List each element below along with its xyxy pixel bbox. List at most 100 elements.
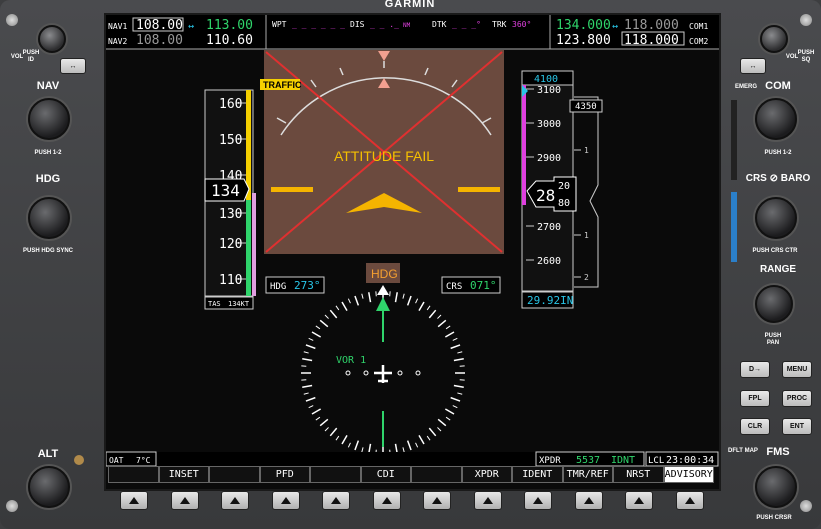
compass-tick xyxy=(445,325,451,330)
hdg-knob[interactable] xyxy=(28,197,70,239)
compass-tick xyxy=(347,298,351,304)
compass-tick xyxy=(437,427,442,432)
airspeed-tick-label: 110 xyxy=(219,273,242,288)
compass-tick xyxy=(354,295,360,306)
dis-unit: NM xyxy=(403,22,411,29)
oat-label: OAT xyxy=(109,456,124,465)
softkey-button[interactable] xyxy=(322,491,350,510)
compass-tick xyxy=(311,331,322,338)
screw-icon xyxy=(6,14,18,26)
compass-tick xyxy=(450,344,461,350)
nav1-standby-freq: 113.00 xyxy=(206,18,253,33)
alt-knob[interactable] xyxy=(28,466,70,508)
direct-to-button[interactable]: D → xyxy=(740,361,770,378)
fms-knob[interactable] xyxy=(755,466,797,508)
softkey-label: PFD xyxy=(259,466,310,483)
softkey-label: XPDR xyxy=(461,466,512,483)
wpt-value: _ _ _ _ _ _ xyxy=(292,20,345,29)
softkey-button[interactable] xyxy=(120,491,148,510)
compass-tick xyxy=(406,440,412,451)
triangle-up-icon xyxy=(684,497,695,504)
airspeed-current: 134 xyxy=(211,181,240,200)
compass-tick xyxy=(428,427,437,437)
softkey-button[interactable] xyxy=(170,491,199,510)
compass-tick xyxy=(368,292,372,303)
compass-tick xyxy=(453,384,464,388)
compass-tick xyxy=(315,325,321,330)
nav2-label: NAV2 xyxy=(108,37,127,46)
compass-tick xyxy=(402,447,405,453)
compass-tick xyxy=(402,293,405,299)
dflt-map-label: DFLT MAP xyxy=(728,448,758,454)
altitude-roll-top: 20 xyxy=(558,181,570,192)
compass-tick xyxy=(335,435,340,441)
push-id-label: PUSH ID xyxy=(22,50,40,63)
dtk-label: DTK xyxy=(432,20,447,29)
softkey-button[interactable] xyxy=(423,491,451,510)
fms-label: FMS xyxy=(766,446,790,458)
nav-knob[interactable] xyxy=(28,98,70,140)
compass-tick xyxy=(437,314,442,319)
compass-tick xyxy=(302,384,313,388)
menu-button[interactable]: MENU xyxy=(782,361,812,378)
com-volume-knob[interactable] xyxy=(760,25,788,53)
brand-logo: GARMIN xyxy=(384,0,436,10)
softkey-label xyxy=(310,466,361,483)
com2-label: COM2 xyxy=(689,37,708,46)
com-knob[interactable] xyxy=(755,98,797,140)
screw-icon xyxy=(800,500,812,512)
com1-swap-arrow-icon: ↔ xyxy=(612,21,618,32)
compass-tick xyxy=(450,396,461,402)
clr-button[interactable]: CLR xyxy=(740,418,770,435)
softkey-button[interactable] xyxy=(372,491,401,510)
trk-label: TRK xyxy=(492,20,507,29)
vsi-tick-label: 1 xyxy=(584,231,589,240)
nav-label: NAV xyxy=(36,80,60,92)
softkey-button[interactable] xyxy=(574,491,603,510)
com2-standby-freq: 118.000 xyxy=(624,33,679,48)
softkey-button[interactable] xyxy=(675,491,704,510)
crs-baro-knob[interactable] xyxy=(755,197,797,239)
softkey-button[interactable] xyxy=(221,491,249,510)
lcl-label: LCL xyxy=(648,456,664,466)
compass-tick xyxy=(453,358,464,362)
airspeed-tick-label: 160 xyxy=(219,97,242,112)
fpl-button[interactable]: FPL xyxy=(740,390,770,407)
softkey-label xyxy=(411,466,462,483)
com-swap-button[interactable]: ↔ xyxy=(740,58,766,74)
com-label: COM xyxy=(765,80,791,92)
vsi-tick-label: 1 xyxy=(584,146,589,155)
alt-label: ALT xyxy=(37,448,59,460)
compass-tick xyxy=(426,435,431,441)
compass-tick xyxy=(444,408,455,415)
triangle-up-icon xyxy=(331,497,341,504)
compass-tick xyxy=(329,427,338,437)
vsi-tick-label: 2 xyxy=(584,273,589,282)
nav-swap-button[interactable]: ↔ xyxy=(60,58,86,74)
softkey-button[interactable] xyxy=(524,491,552,510)
compass-tick xyxy=(452,337,458,341)
softkey-button[interactable] xyxy=(625,491,653,510)
normal-arc xyxy=(246,200,251,296)
nav-volume-knob[interactable] xyxy=(38,25,66,53)
nav1-active-freq: 108.00 xyxy=(136,18,183,33)
proc-button[interactable]: PROC xyxy=(782,390,812,407)
compass-tick xyxy=(361,447,364,453)
compass-tick xyxy=(354,440,360,451)
compass-tick xyxy=(452,405,458,409)
nav1-swap-arrow-icon: ↔ xyxy=(188,21,194,32)
softkey-button[interactable] xyxy=(473,491,502,510)
ent-button[interactable]: ENT xyxy=(782,418,812,435)
compass-tick xyxy=(324,314,329,319)
pfd-unit: GARMIN VOL PUSH ID ↔ NAV PUSH 1-2 HDG PU… xyxy=(0,0,821,529)
crs-baro-label: CRS ⊘ BARO xyxy=(745,173,811,184)
compass-tick xyxy=(308,337,314,341)
softkey-button[interactable] xyxy=(271,491,300,510)
traffic-text: TRAFFIC xyxy=(263,80,302,90)
airspeed-tick-label: 150 xyxy=(219,133,242,148)
softkey-label: NRST xyxy=(613,466,664,483)
compass-tick xyxy=(361,293,364,299)
range-knob[interactable] xyxy=(755,285,793,323)
triangle-up-icon xyxy=(634,497,644,504)
vsi-ticks xyxy=(574,149,581,278)
